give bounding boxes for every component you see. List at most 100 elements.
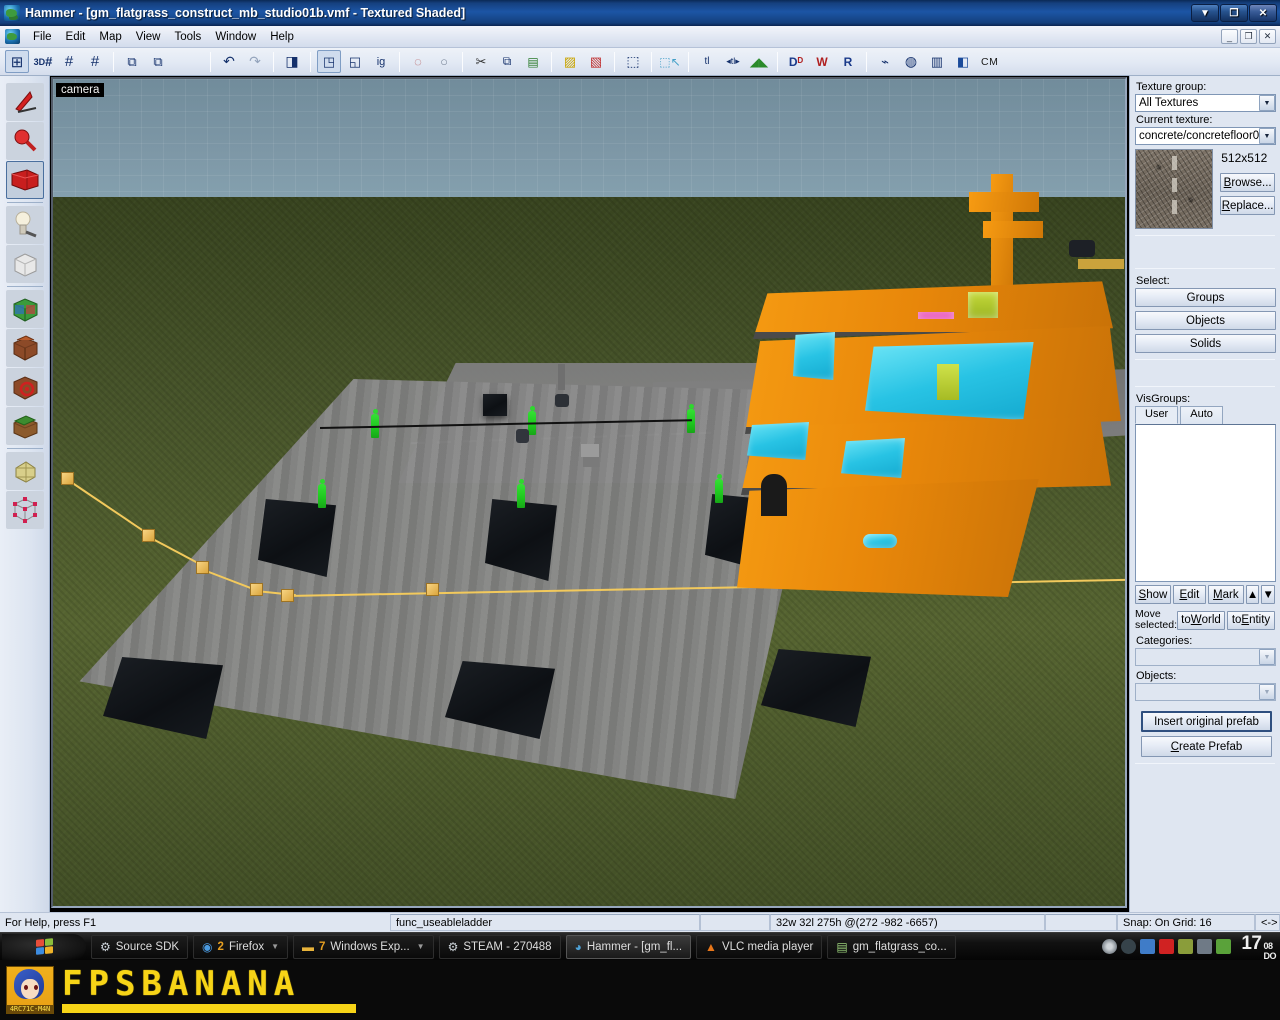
objects-combo[interactable]: ▼ bbox=[1135, 683, 1276, 701]
grid-larger-icon[interactable]: # bbox=[83, 50, 107, 73]
start-button[interactable] bbox=[2, 933, 86, 960]
chevron-down-icon[interactable]: ▼ bbox=[417, 942, 425, 951]
toggle-texture-scale-lock-icon[interactable]: ◂tl▸ bbox=[721, 50, 745, 73]
undo-icon[interactable]: ↶ bbox=[217, 50, 241, 73]
visgroup-move-down-icon[interactable]: ▼ bbox=[1261, 585, 1276, 604]
entity-tool[interactable] bbox=[5, 206, 44, 244]
copy-icon[interactable]: ⧉ bbox=[495, 50, 519, 73]
move-to-world-button[interactable]: to World bbox=[1177, 610, 1225, 630]
taskbar-item-windows-explorer[interactable]: ▬ 7 Windows Exp... ▼ bbox=[293, 934, 434, 959]
menu-item-help[interactable]: Help bbox=[263, 29, 301, 45]
redo-icon[interactable]: ↷ bbox=[243, 50, 267, 73]
mdi-close-button[interactable]: ✕ bbox=[1259, 29, 1276, 44]
hide-selected-icon[interactable]: ◌ bbox=[406, 50, 430, 73]
texture-application-icon[interactable]: ▨ bbox=[558, 50, 582, 73]
visgroup-edit-button[interactable]: Edit bbox=[1172, 585, 1206, 604]
vertex-manipulation-tool[interactable] bbox=[5, 491, 44, 529]
apply-decals-tool[interactable] bbox=[5, 329, 44, 367]
restore-button[interactable]: ❐ bbox=[1220, 4, 1248, 22]
menu-item-file[interactable]: File bbox=[26, 29, 59, 45]
cut-icon[interactable]: ✂ bbox=[469, 50, 493, 73]
insert-original-prefab-button[interactable]: Insert original prefab bbox=[1141, 711, 1272, 732]
select-objects-button[interactable]: Objects bbox=[1135, 311, 1276, 330]
mdi-minimize-button[interactable]: _ bbox=[1221, 29, 1238, 44]
shield-icon[interactable] bbox=[1216, 939, 1232, 954]
replace-button[interactable]: Replace... bbox=[1220, 196, 1275, 215]
volume-icon[interactable] bbox=[1197, 939, 1213, 954]
texture-thumbnail[interactable] bbox=[1135, 149, 1214, 229]
toggle-texture-lock-icon[interactable]: tl bbox=[695, 50, 719, 73]
taskbar-item-hammer[interactable]: ◕ Hammer - [gm_fl... bbox=[565, 934, 692, 959]
menu-item-window[interactable]: Window bbox=[208, 29, 263, 45]
world-icon[interactable]: ◍ bbox=[899, 50, 923, 73]
chevron-down-icon[interactable]: ▼ bbox=[271, 942, 279, 951]
chevron-down-icon[interactable]: ▼ bbox=[1259, 95, 1275, 111]
vertex-tool[interactable] bbox=[5, 452, 44, 490]
texture-browser-icon[interactable]: ▥ bbox=[925, 50, 949, 73]
close-button[interactable]: ✕ bbox=[1249, 4, 1277, 22]
tab-user[interactable]: User bbox=[1135, 406, 1179, 424]
avira-icon[interactable] bbox=[1159, 939, 1175, 954]
chevron-down-icon[interactable]: ▼ bbox=[1259, 649, 1275, 665]
cordon-manager-icon[interactable]: ◧ bbox=[951, 50, 975, 73]
update-icon[interactable] bbox=[1178, 939, 1194, 954]
grid-smaller-icon[interactable]: # bbox=[57, 50, 81, 73]
move-to-entity-button[interactable]: to Entity bbox=[1227, 610, 1275, 630]
minimize-button[interactable]: ▼ bbox=[1191, 4, 1219, 22]
flip-horizontal-icon[interactable]: ◢◣ bbox=[747, 50, 771, 73]
mdi-restore-button[interactable]: ❐ bbox=[1240, 29, 1257, 44]
taskbar-item-vlc[interactable]: ▲ VLC media player bbox=[696, 934, 823, 959]
run-map-icon[interactable]: ⌁ bbox=[873, 50, 897, 73]
visgroup-mark-button[interactable]: Mark bbox=[1207, 585, 1244, 604]
magnify-tool[interactable] bbox=[5, 122, 44, 160]
selection-tool[interactable] bbox=[5, 83, 44, 121]
new-map-icon[interactable]: ⊞ bbox=[5, 50, 29, 73]
camera-viewport-3d[interactable]: camera bbox=[51, 77, 1127, 908]
categories-combo[interactable]: ▼ bbox=[1135, 648, 1276, 666]
apply-overlays-tool[interactable] bbox=[5, 368, 44, 406]
cordon-tool-icon[interactable]: ⬚ bbox=[621, 50, 645, 73]
chevron-down-icon[interactable]: ▼ bbox=[1259, 684, 1275, 700]
clipping-tool[interactable] bbox=[5, 407, 44, 445]
group-icon[interactable]: ⧉ bbox=[120, 50, 144, 73]
group-select-icon[interactable]: ◳ bbox=[317, 50, 341, 73]
menu-item-tools[interactable]: Tools bbox=[167, 29, 208, 45]
taskbar-item-source-sdk[interactable]: ⚙ Source SDK bbox=[91, 934, 189, 959]
texture-application-tool[interactable] bbox=[5, 290, 44, 328]
cd-drive-icon[interactable] bbox=[1102, 939, 1118, 954]
block-tool[interactable] bbox=[5, 245, 44, 283]
select-groups-button[interactable]: Groups bbox=[1135, 288, 1276, 307]
taskbar-item-notepad[interactable]: ▤ gm_flatgrass_co... bbox=[827, 934, 956, 959]
pointer-select-icon[interactable]: ⬚↖ bbox=[658, 50, 682, 73]
texture-group-combo[interactable]: All Textures ▼ bbox=[1135, 94, 1276, 112]
taskbar-clock[interactable]: 17 08 DO bbox=[1241, 933, 1276, 961]
ignore-groups-icon[interactable]: ig bbox=[369, 50, 393, 73]
camera-tool[interactable] bbox=[5, 161, 44, 199]
steam-icon[interactable] bbox=[1121, 939, 1137, 954]
visgroup-move-up-icon[interactable]: ▲ bbox=[1245, 585, 1260, 604]
carve-icon[interactable]: ◨ bbox=[280, 50, 304, 73]
tab-auto[interactable]: Auto bbox=[1180, 406, 1223, 424]
menu-item-map[interactable]: Map bbox=[92, 29, 128, 45]
display-wireframe-icon[interactable]: W bbox=[810, 50, 834, 73]
display-radius-icon[interactable]: R bbox=[836, 50, 860, 73]
menu-item-view[interactable]: View bbox=[129, 29, 168, 45]
taskbar-item-firefox[interactable]: ◉ 2 Firefox ▼ bbox=[193, 934, 289, 959]
chevron-down-icon[interactable]: ▼ bbox=[1259, 128, 1275, 144]
paste-icon[interactable]: ▤ bbox=[521, 50, 545, 73]
visgroups-listbox[interactable] bbox=[1135, 424, 1276, 582]
menu-item-edit[interactable]: Edit bbox=[59, 29, 93, 45]
visgroup-show-button[interactable]: Show bbox=[1135, 585, 1171, 604]
ungroup-icon[interactable]: ⧉ bbox=[146, 50, 170, 73]
texture-replace-icon[interactable]: ▧ bbox=[584, 50, 608, 73]
current-texture-combo[interactable]: concrete/concretefloor0 ▼ bbox=[1135, 127, 1276, 145]
network-icon[interactable] bbox=[1140, 939, 1156, 954]
create-prefab-button[interactable]: Create Prefab bbox=[1141, 736, 1272, 757]
select-solids-button[interactable]: Solids bbox=[1135, 334, 1276, 353]
browse-button[interactable]: BBrowse...rowse... bbox=[1220, 173, 1275, 192]
3d-grid-icon[interactable]: 3D # bbox=[31, 50, 55, 73]
hide-select-icon[interactable]: ◱ bbox=[343, 50, 367, 73]
display-dynamic-icon[interactable]: Dᴰ bbox=[784, 50, 808, 73]
hide-unselected-icon[interactable]: ○ bbox=[432, 50, 456, 73]
taskbar-item-steam[interactable]: ⚙ STEAM - 270488 bbox=[438, 934, 561, 959]
